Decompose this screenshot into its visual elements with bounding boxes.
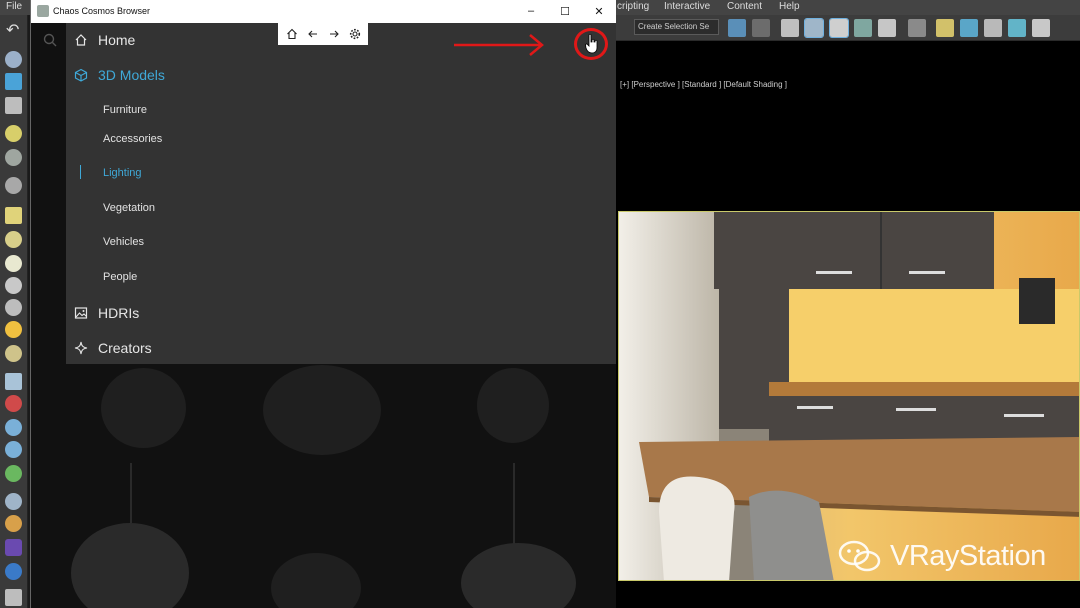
nav-hdris[interactable]: HDRIs	[74, 305, 139, 321]
vray-dome-icon[interactable]	[5, 177, 22, 194]
window-titlebar[interactable]: Chaos Cosmos Browser – ☐ ✕	[31, 0, 616, 23]
vray-fur-icon[interactable]	[5, 373, 22, 390]
material-editor-icon[interactable]	[908, 19, 926, 37]
max-main-toolbar: Create Selection Se	[615, 15, 1080, 41]
subcategory-furniture[interactable]: Furniture	[103, 104, 147, 116]
nav-home[interactable]: Home	[74, 32, 135, 48]
menu-file[interactable]: File	[6, 1, 22, 12]
menu-interactive[interactable]: Interactive	[664, 1, 710, 12]
lamp-wire	[130, 463, 132, 523]
vray-sun-light-icon[interactable]	[5, 321, 22, 338]
vray-clipper-icon[interactable]	[5, 441, 22, 458]
kitchen-render-illustration	[619, 212, 1079, 580]
subcategory-accessories[interactable]: Accessories	[103, 133, 162, 145]
render-iterative-icon[interactable]	[1008, 19, 1026, 37]
subcategory-vehicles[interactable]: Vehicles	[103, 236, 144, 248]
viewport-label[interactable]: [+] [Perspective ] [Standard ] [Default …	[620, 80, 787, 89]
render-frame-icon[interactable]	[5, 97, 22, 114]
lamp-wire	[513, 463, 515, 548]
vray-toggle-icon[interactable]	[5, 563, 22, 580]
active-indicator	[80, 165, 81, 179]
lamp-thumbnail[interactable]	[263, 365, 381, 455]
scene-explorer-icon[interactable]	[829, 18, 849, 38]
mirror-icon[interactable]	[728, 19, 746, 37]
menu-content[interactable]: Content	[727, 1, 762, 12]
undo-icon[interactable]: ↶	[6, 20, 19, 40]
category-nav-panel: Home 3D Models Furniture Accessories Lig…	[66, 23, 616, 364]
selection-set-dropdown[interactable]: Create Selection Se	[634, 19, 719, 35]
vray-sphere-icon[interactable]	[5, 231, 22, 248]
cosmos-content: Home 3D Models Furniture Accessories Lig…	[31, 23, 616, 608]
layer-explorer-icon[interactable]	[781, 19, 799, 37]
cosmos-app-icon	[37, 5, 49, 17]
search-icon[interactable]	[43, 33, 57, 47]
align-icon[interactable]	[752, 19, 770, 37]
watermark-text: VRayStation	[890, 539, 1046, 572]
nav-home-label: Home	[98, 32, 136, 48]
vray-palette-icon[interactable]	[5, 515, 22, 532]
wechat-icon	[838, 540, 881, 572]
minimize-icon: –	[527, 5, 535, 17]
menu-help[interactable]: Help	[779, 1, 800, 12]
minimize-button[interactable]: –	[518, 2, 544, 20]
nav-creators-label: Creators	[98, 340, 152, 356]
render-activeshade-icon[interactable]	[1032, 19, 1050, 37]
render-production-icon[interactable]	[984, 19, 1002, 37]
home-icon	[75, 34, 87, 46]
nav-creators[interactable]: Creators	[74, 340, 152, 356]
maximize-button[interactable]: ☐	[552, 2, 578, 20]
render-setup-icon[interactable]	[936, 19, 954, 37]
cosmos-browser-window: Chaos Cosmos Browser – ☐ ✕ Home 3D Model…	[30, 0, 616, 608]
annotation-arrow-icon	[454, 34, 544, 56]
lamp-thumbnail[interactable]	[461, 543, 576, 608]
vray-light-icon[interactable]	[5, 125, 22, 142]
sparkle-icon	[74, 341, 88, 355]
desktop-root: File cripting Interactive Content Help C…	[0, 0, 1080, 608]
vray-ies-icon[interactable]	[5, 277, 22, 294]
subcategory-vegetation[interactable]: Vegetation	[103, 202, 155, 214]
home-icon[interactable]	[286, 28, 298, 40]
close-icon: ✕	[594, 5, 604, 18]
image-icon	[74, 307, 88, 319]
vray-proxy-icon[interactable]	[5, 395, 22, 412]
vray-plane-icon[interactable]	[5, 207, 22, 224]
hand-cursor-icon	[585, 34, 598, 54]
create-camera-icon[interactable]	[5, 51, 22, 68]
curve-editor-icon[interactable]	[854, 19, 872, 37]
nav-3d-models-label: 3D Models	[98, 67, 165, 83]
vray-decal-icon[interactable]	[5, 465, 22, 482]
subcategory-lighting[interactable]: Lighting	[103, 167, 142, 179]
max-left-command-strip: ↶	[0, 15, 28, 608]
nav-3d-models[interactable]: 3D Models	[74, 67, 165, 83]
vraystation-watermark: VRayStation	[838, 536, 1046, 576]
vray-spot-icon[interactable]	[5, 299, 22, 316]
close-button[interactable]: ✕	[586, 2, 612, 20]
vray-vfb-icon[interactable]	[5, 539, 22, 556]
menu-scripting[interactable]: cripting	[617, 1, 649, 12]
kitchen-render-image	[618, 211, 1080, 581]
nav-hdris-label: HDRIs	[98, 305, 140, 321]
lamp-thumbnail[interactable]	[71, 523, 189, 608]
browser-nav-toolbar	[278, 23, 368, 45]
arrow-right-icon[interactable]	[328, 28, 340, 40]
vray-sun-icon[interactable]	[5, 149, 22, 166]
subcategory-people[interactable]: People	[103, 271, 137, 283]
vray-material-icon[interactable]	[5, 493, 22, 510]
ribbon-toggle-icon[interactable]	[804, 18, 824, 38]
arrow-left-icon[interactable]	[307, 28, 319, 40]
vray-mesh-icon[interactable]	[5, 255, 22, 272]
rendered-frame-icon[interactable]	[960, 19, 978, 37]
gear-icon[interactable]	[349, 28, 361, 40]
lamp-thumbnail[interactable]	[271, 553, 361, 608]
schematic-view-icon[interactable]	[878, 19, 896, 37]
lamp-thumbnail[interactable]	[477, 368, 549, 443]
cube-icon	[74, 68, 88, 82]
vray-ambient-icon[interactable]	[5, 345, 22, 362]
lamp-thumbnail[interactable]	[101, 368, 186, 448]
maximize-icon: ☐	[560, 5, 570, 18]
vray-tools-icon[interactable]	[5, 589, 22, 606]
vray-scene-icon[interactable]	[5, 419, 22, 436]
window-title: Chaos Cosmos Browser	[53, 6, 151, 16]
create-light-icon[interactable]	[5, 73, 22, 90]
